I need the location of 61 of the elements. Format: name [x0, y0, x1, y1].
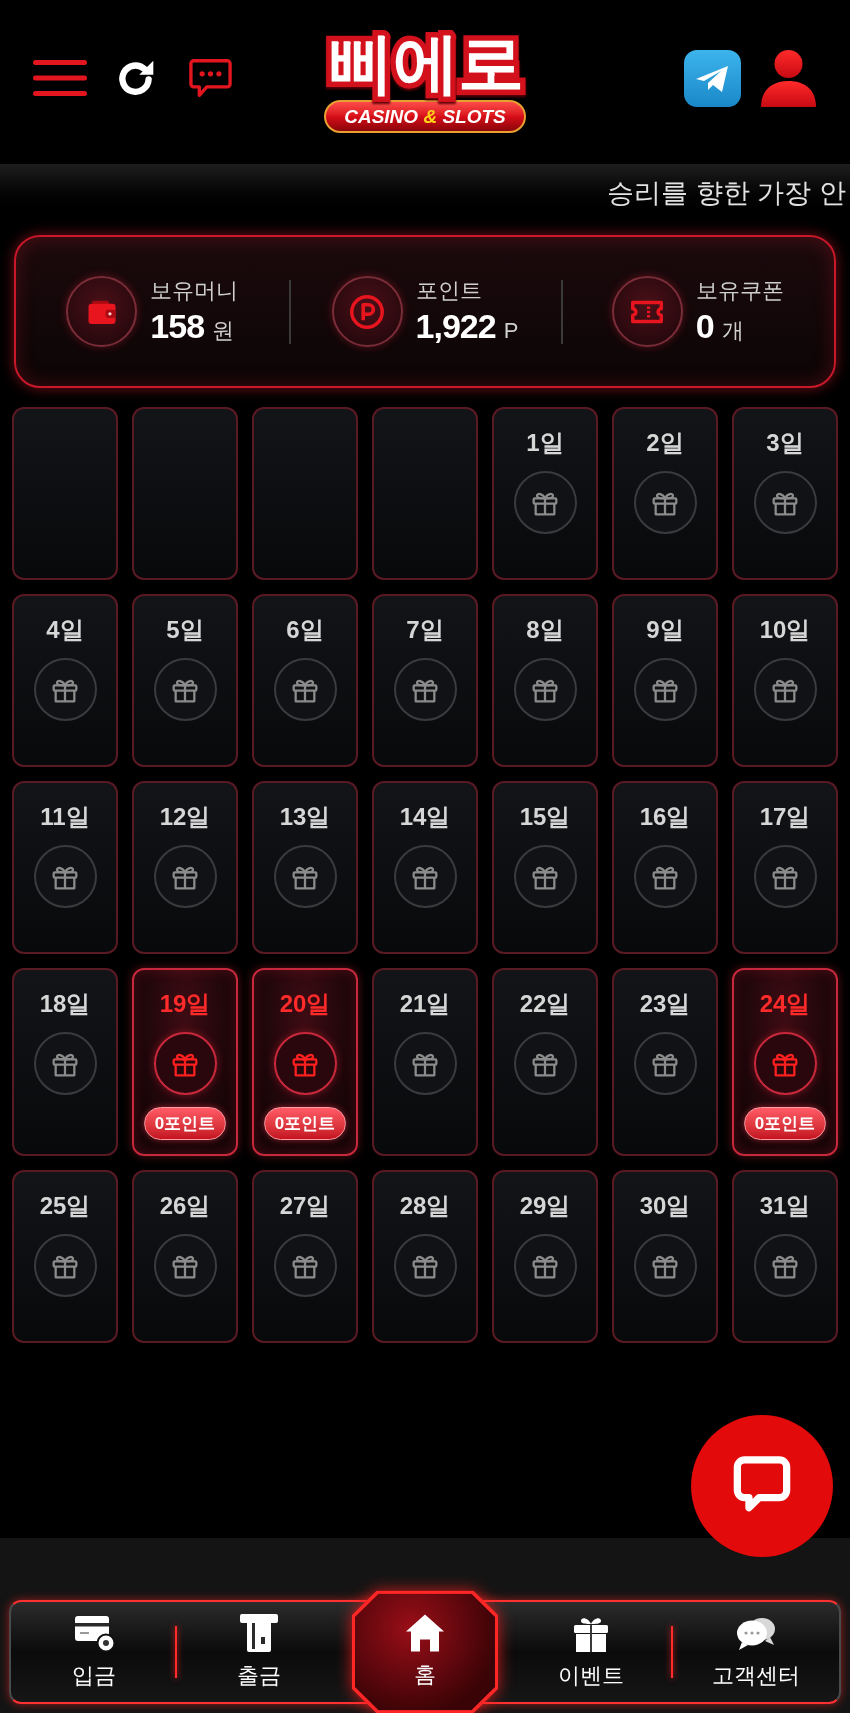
day-label: 13일 [279, 802, 331, 832]
day-label: 23일 [639, 989, 691, 1019]
nav-button[interactable]: 출금 [176, 1602, 343, 1702]
day-label: 17일 [759, 802, 811, 832]
summary-label: 보유쿠폰 [695, 276, 784, 305]
day-label: 7일 [406, 615, 444, 645]
gift-icon [273, 1032, 337, 1095]
points-badge: 0포인트 [143, 1107, 227, 1140]
day-label: 30일 [639, 1191, 691, 1221]
day-label: 31일 [759, 1191, 811, 1221]
wallet-icon [66, 276, 138, 347]
day-label: 29일 [519, 1191, 571, 1221]
day-label: 14일 [399, 802, 451, 832]
points-badge: 0포인트 [743, 1107, 827, 1140]
day-label: 5일 [166, 615, 204, 645]
ticket-icon [611, 276, 683, 347]
day-label: 11일 [40, 802, 90, 832]
summary-value: 158 [150, 305, 205, 347]
day-label: 22일 [519, 989, 571, 1019]
day-label: 27일 [279, 1191, 331, 1221]
day-label: 4일 [46, 615, 84, 645]
gift-icon [753, 1032, 817, 1095]
day-label: 18일 [39, 989, 91, 1019]
day-label: 8일 [526, 615, 564, 645]
summary-label: 포인트 [415, 276, 483, 305]
day-label: 9일 [646, 615, 684, 645]
logo-tagline: CASINO & SLOTS [324, 99, 526, 133]
nav-button[interactable]: 홈 [352, 1590, 498, 1713]
day-label: 6일 [286, 615, 324, 645]
chat-bubble-icon[interactable] [188, 57, 233, 99]
nav-button[interactable]: 고객센터 [673, 1602, 839, 1702]
summary-unit: 원 [212, 316, 235, 345]
user-icon[interactable] [758, 49, 819, 107]
summary-value: 1,922 [415, 305, 496, 347]
marquee-text: 승리를 향한 가장 안 [607, 177, 846, 210]
summary-label: 보유머니 [150, 276, 239, 305]
day-label: 19일 [159, 989, 211, 1019]
day-label: 12일 [159, 802, 211, 832]
day-label: 16일 [639, 802, 691, 832]
day-label: 2일 [646, 428, 684, 458]
day-label: 28일 [399, 1191, 451, 1221]
summary-unit: P [503, 316, 519, 345]
day-label: 26일 [159, 1191, 211, 1221]
menu-icon[interactable] [33, 60, 87, 96]
day-label: 24일 [759, 989, 811, 1019]
day-label: 21일 [399, 989, 451, 1019]
points-badge: 0포인트 [263, 1107, 347, 1140]
nav-button[interactable]: 이벤트 [507, 1602, 674, 1702]
day-label: 15일 [519, 802, 571, 832]
gift-icon [153, 1032, 217, 1095]
point-coin-icon [331, 276, 403, 347]
summary-unit: 개 [721, 316, 744, 345]
day-label: 3일 [766, 428, 804, 458]
nav-button[interactable]: 입금 [11, 1602, 177, 1702]
day-label: 25일 [39, 1191, 91, 1221]
summary-value: 0 [695, 305, 714, 347]
day-label: 10일 [759, 615, 811, 645]
day-label: 20일 [279, 989, 331, 1019]
paper-plane-icon[interactable] [684, 49, 741, 107]
day-label: 1일 [526, 428, 564, 458]
logo-title: 삐에로 [326, 24, 524, 102]
